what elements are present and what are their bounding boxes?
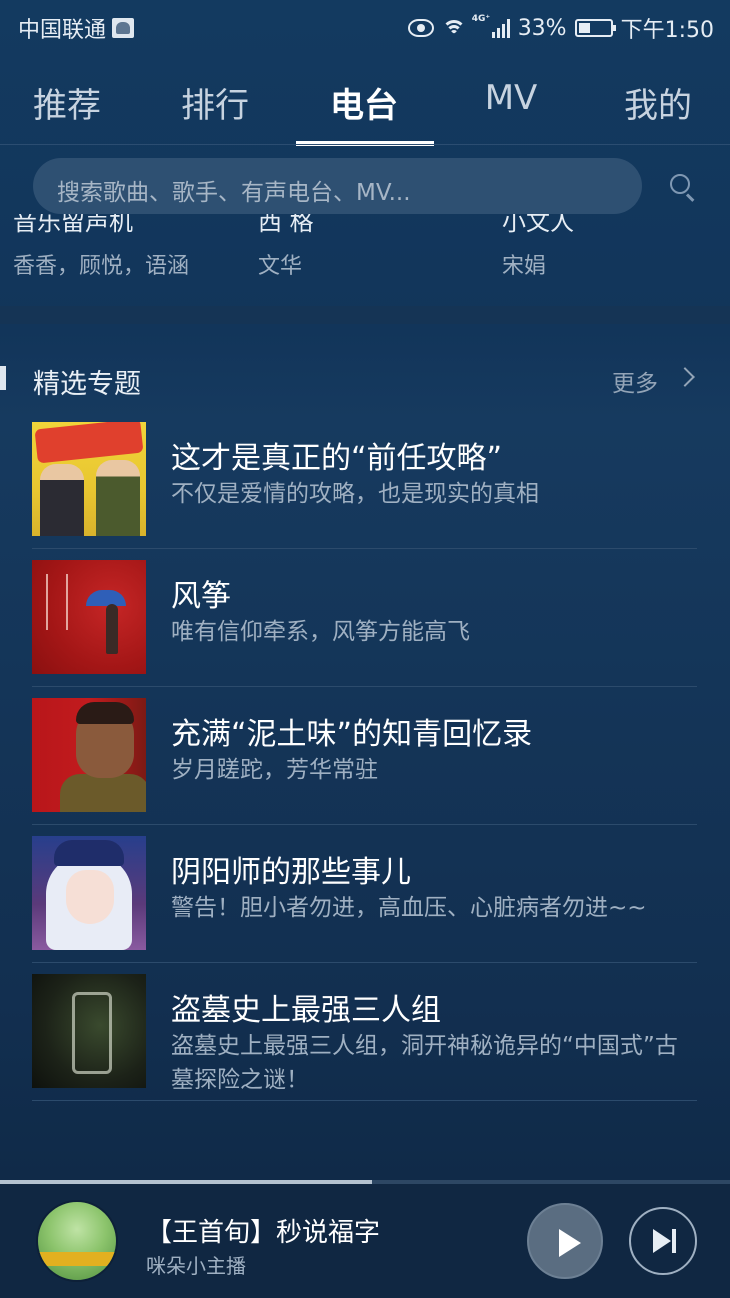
radio-station-name: 小文人 (502, 214, 574, 236)
topic-subtitle: 不仅是爱情的攻略，也是现实的真相 (171, 481, 539, 507)
featured-topics-header: 精选专题 更多 (0, 352, 730, 406)
top-tabs: 推荐 排行 电台 MV 我的 (0, 66, 730, 146)
topic-title: 风筝 (171, 579, 231, 614)
search-icon[interactable] (670, 174, 696, 202)
topic-item[interactable]: 风筝 唯有信仰牵系，风筝方能高飞 (32, 549, 697, 687)
tab-ranking[interactable]: 排行 (142, 78, 288, 127)
radio-page: 中国联通 4G⁺ 33% 下午1:50 推荐 排行 电台 MV 我的 搜索歌曲、… (0, 0, 730, 1298)
wifi-icon (441, 18, 466, 38)
tab-mv[interactable]: MV (438, 78, 584, 118)
network-type-label: 4G⁺ (471, 14, 491, 24)
tab-radio[interactable]: 电台 (291, 78, 437, 127)
carrier-label: 中国联通 (18, 18, 107, 43)
eye-comfort-icon (407, 19, 434, 37)
radio-station-host: 文华 (258, 254, 303, 279)
topic-title: 阴阳师的那些事儿 (171, 855, 411, 890)
play-icon (559, 1229, 581, 1257)
topic-subtitle: 唯有信仰牵系，风筝方能高飞 (171, 619, 470, 645)
huawei-icon (112, 18, 135, 38)
now-playing-subtitle: 咪朵小主播 (146, 1254, 246, 1278)
topic-item[interactable]: 盗墓史上最强三人组 盗墓史上最强三人组，洞开神秘诡异的“中国式”古墓探险之谜！ (32, 963, 697, 1101)
battery-icon (574, 19, 616, 37)
chevron-right-icon[interactable] (675, 367, 695, 387)
topic-subtitle: 盗墓史上最强三人组，洞开神秘诡异的“中国式”古墓探险之谜！ (171, 1033, 678, 1093)
skip-next-icon (653, 1229, 671, 1253)
signal-icon: 4G⁺ (472, 14, 510, 38)
radio-station-name: 音乐留声机 (13, 214, 133, 236)
status-bar: 中国联通 4G⁺ 33% 下午1:50 (0, 0, 730, 50)
more-link[interactable]: 更多 (612, 364, 658, 398)
topic-cover-image (32, 560, 146, 674)
tab-mine[interactable]: 我的 (585, 78, 730, 127)
now-playing-title[interactable]: 【王首旬】秒说福字 (146, 1212, 380, 1249)
topic-cover-image (32, 422, 146, 536)
play-button[interactable] (527, 1203, 603, 1279)
topic-item[interactable]: 充满“泥土味”的知青回忆录 岁月蹉跎，芳华常驻 (32, 687, 697, 825)
radio-station-host: 香香，顾悦，语涵 (13, 254, 190, 279)
topic-subtitle: 警告！胆小者勿进，高血压、心脏病者勿进~~ (171, 895, 647, 921)
search-input[interactable]: 搜索歌曲、歌手、有声电台、MV... (33, 158, 642, 214)
section-title: 精选专题 (33, 369, 141, 400)
topic-cover-image (32, 974, 146, 1088)
radio-station-name: 西 格 (258, 214, 314, 236)
topic-title: 充满“泥土味”的知青回忆录 (171, 717, 533, 752)
radio-station-host: 宋娟 (502, 254, 547, 279)
section-separator (0, 306, 730, 324)
tab-recommend[interactable]: 推荐 (0, 78, 140, 127)
topic-subtitle: 岁月蹉跎，芳华常驻 (171, 757, 378, 783)
topic-item[interactable]: 阴阳师的那些事儿 警告！胆小者勿进，高血压、心脏病者勿进~~ (32, 825, 697, 963)
mini-player: 【王首旬】秒说福字 咪朵小主播 (0, 1184, 730, 1298)
tabs-divider (0, 144, 730, 145)
next-track-button[interactable] (629, 1207, 697, 1275)
divider (32, 1100, 697, 1101)
topic-item[interactable]: 这才是真正的“前任攻略” 不仅是爱情的攻略，也是现实的真相 (32, 411, 697, 549)
clock: 下午1:50 (620, 18, 714, 43)
topic-cover-image (32, 836, 146, 950)
topic-title: 盗墓史上最强三人组 (171, 993, 441, 1028)
topic-title: 这才是真正的“前任攻略” (171, 441, 503, 476)
radio-station-row: 音乐留声机 香香，顾悦，语涵 西 格 文华 小文人 宋娟 (0, 214, 730, 306)
topic-cover-image (32, 698, 146, 812)
now-playing-cover[interactable] (36, 1200, 118, 1282)
battery-percent: 33% (517, 15, 567, 41)
section-marker (0, 366, 6, 390)
